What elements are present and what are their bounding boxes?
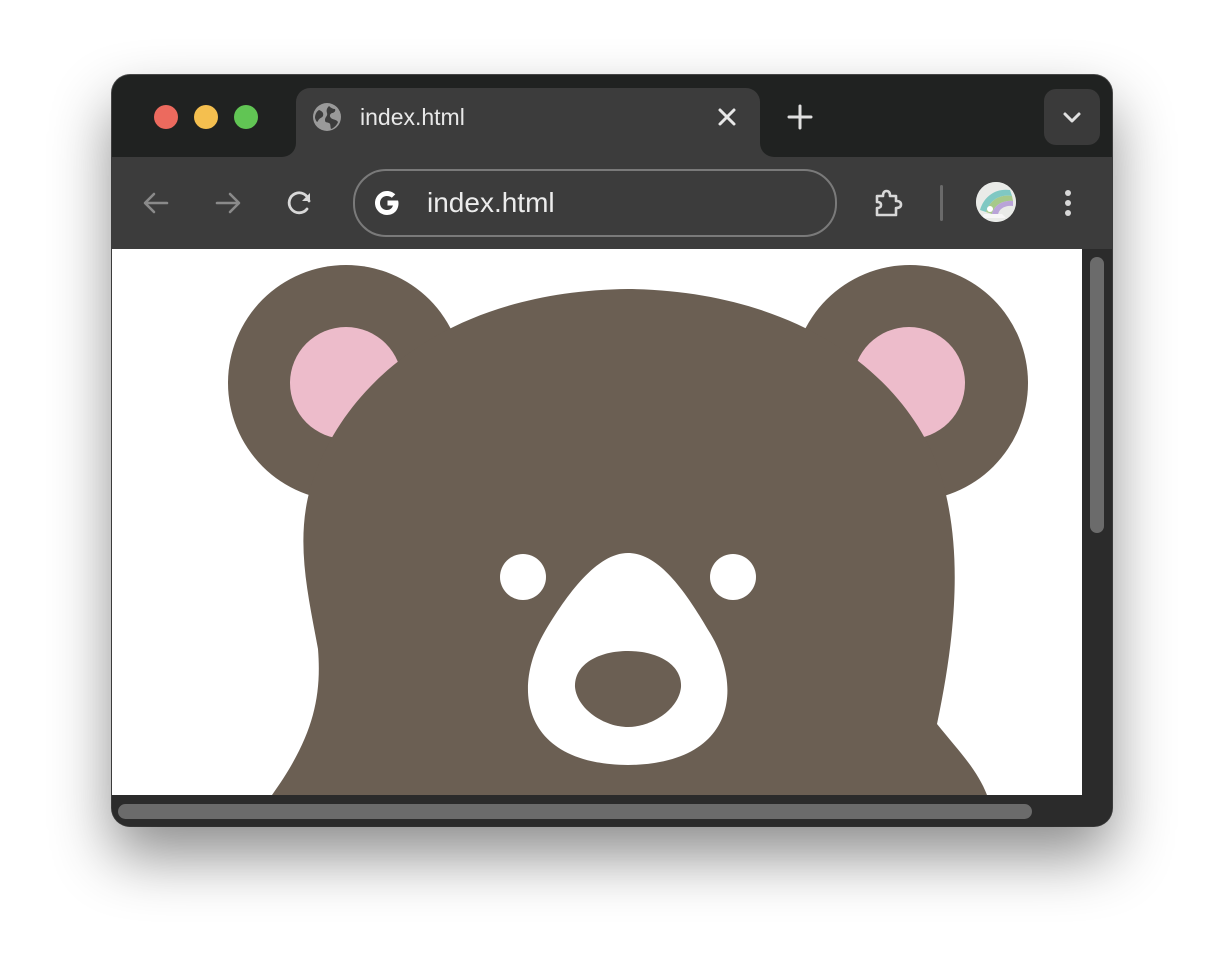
- window-maximize-button[interactable]: [234, 105, 258, 129]
- tab-title: index.html: [360, 104, 465, 130]
- extensions-button[interactable]: [868, 183, 908, 223]
- window-minimize-button[interactable]: [194, 105, 218, 129]
- plus-icon[interactable]: [784, 101, 816, 133]
- bear-illustration: [228, 265, 1028, 795]
- left-eye: [500, 554, 546, 600]
- vertical-scrollbar[interactable]: [1082, 249, 1112, 795]
- toolbar: index.html: [112, 157, 1112, 249]
- browser-window: index.html index.html: [112, 75, 1112, 826]
- address-bar[interactable]: index.html: [353, 169, 837, 237]
- back-button[interactable]: [136, 183, 176, 223]
- arrow-left-icon: [143, 192, 169, 214]
- window-close-button[interactable]: [154, 105, 178, 129]
- arrow-right-icon: [215, 192, 241, 214]
- google-g-icon: [371, 187, 403, 219]
- right-eye: [710, 554, 756, 600]
- vertical-scrollbar-thumb[interactable]: [1090, 257, 1104, 533]
- close-icon[interactable]: [714, 104, 740, 130]
- tab-strip: index.html: [112, 75, 1112, 157]
- globe-icon: [312, 102, 342, 132]
- horizontal-scrollbar-thumb[interactable]: [118, 804, 1032, 819]
- puzzle-icon: [875, 189, 903, 217]
- forward-button[interactable]: [208, 183, 248, 223]
- tab-search-button[interactable]: [1044, 89, 1100, 145]
- kebab-menu-icon: [1065, 190, 1071, 216]
- menu-button[interactable]: [1048, 183, 1088, 223]
- avatar[interactable]: [976, 182, 1016, 222]
- address-text: index.html: [427, 187, 555, 218]
- horizontal-scrollbar[interactable]: [112, 795, 1112, 826]
- toolbar-divider: [940, 185, 943, 221]
- chevron-down-icon: [1063, 112, 1081, 123]
- tab-active[interactable]: index.html: [296, 88, 760, 157]
- screen: index.html index.html: [0, 0, 1224, 974]
- reload-icon: [287, 191, 311, 215]
- reload-button[interactable]: [280, 183, 320, 223]
- page-viewport: [112, 249, 1082, 795]
